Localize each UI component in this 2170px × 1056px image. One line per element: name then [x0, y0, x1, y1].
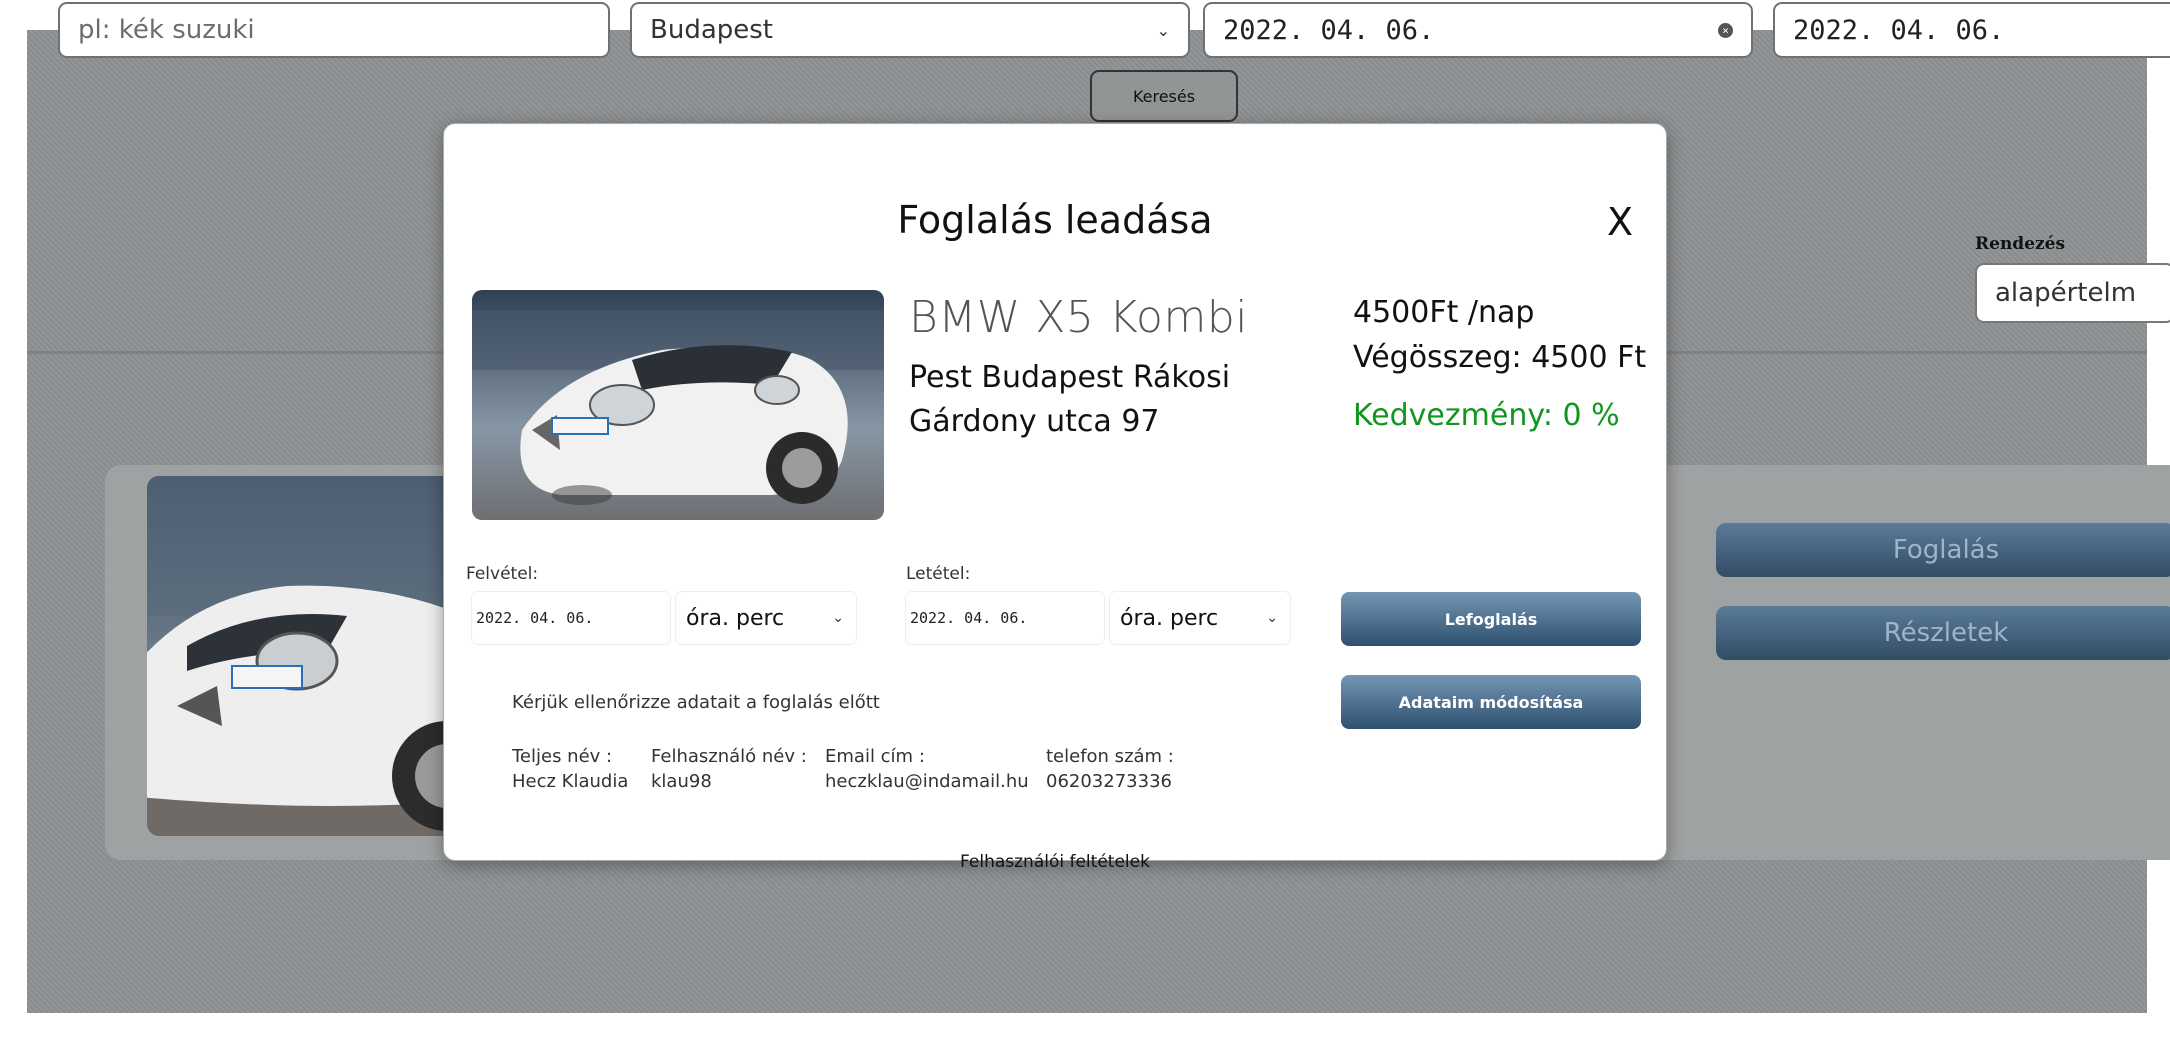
chevron-down-icon: ⌄	[1156, 20, 1170, 40]
sort-select-value: alapértelm	[1995, 278, 2137, 308]
modal-title: Foglalás leadása	[897, 198, 1213, 242]
car-photo-icon	[472, 290, 884, 520]
city-select[interactable]: Budapest ⌄	[630, 2, 1190, 58]
car-name: BMW X5 Kombi	[909, 292, 1248, 343]
username-label: Felhasználó név :	[651, 746, 807, 767]
dropoff-date-value: 2022. 04. 06.	[910, 609, 1028, 627]
book-button[interactable]: Lefoglalás	[1341, 592, 1641, 646]
fullname-field: Teljes név : Hecz Klaudia	[512, 744, 628, 794]
search-input[interactable]: pl: kék suzuki	[58, 2, 610, 58]
dropoff-time-select[interactable]: óra. perc ⌄	[1110, 592, 1290, 644]
car-address: Pest Budapest Rákosi Gárdony utca 97	[909, 360, 1231, 439]
chevron-down-icon: ⌄	[832, 610, 844, 626]
check-notice: Kérjük ellenőrizze adatait a foglalás el…	[512, 692, 880, 713]
pickup-time-value: óra. perc	[686, 605, 785, 631]
discount: Kedvezmény: 0 %	[1353, 398, 1620, 433]
pickup-date-value: 2022. 04. 06.	[476, 609, 594, 627]
date-from-input[interactable]: 2022. 04. 06. ×	[1203, 2, 1753, 58]
sort-select[interactable]: alapértelm	[1975, 263, 2170, 323]
pickup-label: Felvétel:	[466, 564, 539, 584]
date-to-value: 2022. 04. 06.	[1793, 14, 2005, 46]
listing-details-button[interactable]: Részletek	[1716, 606, 2170, 660]
daily-price: 4500Ft /nap	[1353, 295, 1535, 330]
modal-car-image	[472, 290, 884, 520]
phone-field: telefon szám : 06203273336	[1046, 744, 1174, 794]
city-select-value: Budapest	[650, 15, 773, 45]
phone-label: telefon szám :	[1046, 746, 1174, 767]
edit-profile-button[interactable]: Adataim módosítása	[1341, 675, 1641, 729]
search-button[interactable]: Keresés	[1090, 70, 1238, 122]
dropoff-time-value: óra. perc	[1120, 605, 1219, 631]
pickup-time-select[interactable]: óra. perc ⌄	[676, 592, 856, 644]
phone-value: 06203273336	[1046, 771, 1172, 792]
date-from-value: 2022. 04. 06.	[1223, 14, 1435, 46]
clear-icon[interactable]: ×	[1718, 22, 1733, 38]
username-field: Felhasználó név : klau98	[651, 744, 807, 794]
dropoff-label: Letétel:	[906, 564, 971, 584]
username-value: klau98	[651, 771, 712, 792]
fullname-label: Teljes név :	[512, 746, 613, 767]
sort-label: Rendezés	[1975, 234, 2066, 254]
pickup-date-input[interactable]: 2022. 04. 06.	[472, 592, 670, 644]
date-to-input[interactable]: 2022. 04. 06.	[1773, 2, 2170, 58]
close-icon[interactable]: X	[1607, 200, 1633, 244]
chevron-down-icon: ⌄	[1266, 610, 1278, 626]
email-label: Email cím :	[825, 746, 925, 767]
total-price: Végösszeg: 4500 Ft	[1353, 340, 1647, 375]
booking-modal: Foglalás leadása X BMW X5 Kombi Pest Bud…	[443, 123, 1667, 861]
terms-link-text[interactable]: Felhasználói feltételek	[443, 852, 1667, 872]
email-value: heczklau@indamail.hu	[825, 771, 1029, 792]
fullname-value: Hecz Klaudia	[512, 771, 629, 792]
email-field: Email cím : heczklau@indamail.hu	[825, 744, 1029, 794]
dropoff-date-input[interactable]: 2022. 04. 06.	[906, 592, 1104, 644]
listing-reserve-button[interactable]: Foglalás	[1716, 523, 2170, 577]
